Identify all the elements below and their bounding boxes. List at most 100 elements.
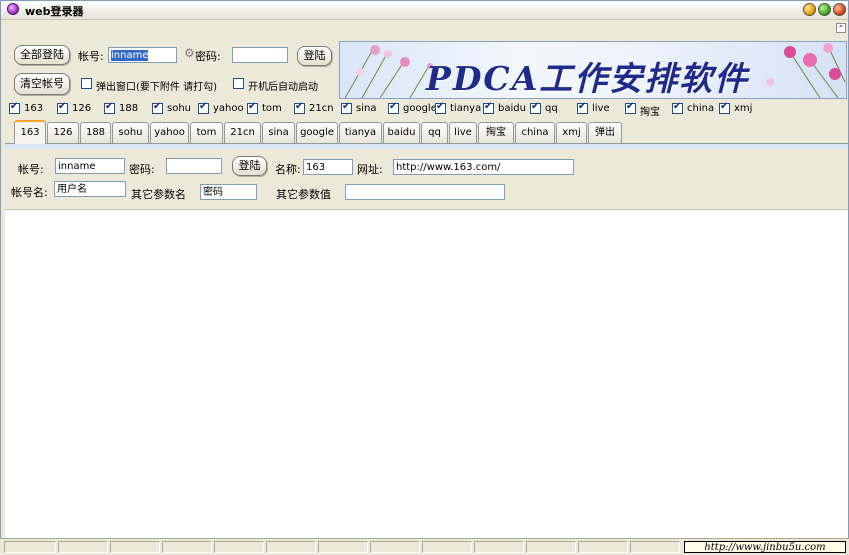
site-checkbox-label: tianya [450,103,482,114]
status-segment [318,541,368,553]
tab-sohu[interactable]: sohu [112,122,149,143]
site-checkbox[interactable] [577,101,588,114]
site-checkbox[interactable] [672,101,683,114]
status-segment [422,541,472,553]
status-segment [58,541,108,553]
site-checkbox[interactable] [341,101,352,114]
detail-name-input[interactable]: 163 [303,159,353,175]
maximize-button[interactable] [818,3,831,16]
tab-掏宝[interactable]: 掏宝 [478,122,514,143]
tab-live[interactable]: live [449,122,477,143]
site-checkbox[interactable] [294,101,305,114]
detail-name-label: 名称: [275,163,301,176]
tab-qq[interactable]: qq [421,122,448,143]
banner-image: PDCA工作安排软件 [339,41,847,99]
site-checkbox[interactable] [9,101,20,114]
site-checkbox-label: live [592,103,610,114]
site-checkbox-label: xmj [734,103,753,114]
popup-window-checkbox[interactable] [81,78,92,89]
site-checkbox-label: yahoo [213,103,244,114]
web-content-area[interactable] [5,209,848,538]
status-segment [630,541,680,553]
title-bar: web登录器 [1,1,848,20]
site-checkbox[interactable] [198,101,209,114]
site-checkbox-label: china [687,103,715,114]
banner-title: PDCA工作安排软件 [426,59,750,98]
status-segment [526,541,576,553]
site-checkbox[interactable] [57,101,68,114]
watermark-text: http://www.jinbu5u.com [684,541,846,553]
collapse-toggle-icon[interactable]: ⌃ [836,23,846,33]
tab-xmj[interactable]: xmj [556,122,587,143]
site-detail-form: 帐号: inname 密码: 登陆 名称: 163 网址: http://www… [5,149,848,209]
password-label: 密码: [195,50,221,63]
tab-188[interactable]: 188 [80,122,111,143]
status-segment [162,541,212,553]
autostart-checkbox[interactable] [233,78,244,89]
autostart-label: 开机后自动启动 [248,82,318,93]
account-input-value: inname [111,50,149,61]
site-checkbox-label: tom [262,103,282,114]
tab-126[interactable]: 126 [47,122,79,143]
app-icon [7,3,19,15]
tab-163[interactable]: 163 [14,120,46,144]
tab-tom[interactable]: tom [190,122,223,143]
site-checkbox-label: qq [545,103,558,114]
login-button[interactable]: 登陆 [297,46,332,66]
site-checkbox-label: 21cn [309,103,334,114]
detail-param-value-label: 其它参数值 [276,188,331,201]
status-segment [4,541,56,553]
app-window: web登录器 ⌃ 全部登陆 清空帐号 帐号: inname ⚙ 密码: 登陆 弹… [0,0,849,554]
site-checkbox[interactable] [483,101,494,114]
status-segment [474,541,524,553]
site-checkbox[interactable] [719,101,730,114]
status-segment [266,541,316,553]
detail-login-button[interactable]: 登陆 [232,156,267,176]
site-checkbox[interactable] [104,101,115,114]
site-checkbox-label: 掏宝 [640,107,660,118]
site-checkbox[interactable] [152,101,163,114]
clear-accounts-button[interactable]: 清空帐号 [14,73,70,95]
tab-sina[interactable]: sina [262,122,295,143]
site-checkbox-label: sina [356,103,377,114]
status-bar: http://www.jinbu5u.com [0,538,849,555]
tab-tianya[interactable]: tianya [339,122,382,143]
site-checkbox-label: 126 [72,103,92,114]
site-checkbox[interactable] [530,101,541,114]
status-segment [370,541,420,553]
tab-yahoo[interactable]: yahoo [150,122,189,143]
status-segment [110,541,160,553]
detail-param-value-input[interactable] [345,184,505,200]
site-checkbox[interactable] [625,101,636,114]
status-segment [578,541,628,553]
password-input[interactable] [232,47,288,63]
site-checkbox[interactable] [247,101,258,114]
site-checkbox-label: 188 [119,103,139,114]
site-checkbox-label: google [403,103,437,114]
site-checkbox-label: sohu [167,103,192,114]
tab-china[interactable]: china [515,122,555,143]
detail-password-input[interactable] [166,158,222,174]
detail-account-label: 帐号: [18,163,44,176]
site-checkbox[interactable] [435,101,446,114]
status-segment [214,541,264,553]
close-button[interactable] [833,3,846,16]
detail-account-input[interactable]: inname [55,158,125,174]
site-checkbox-label: 163 [24,103,44,114]
detail-url-input[interactable]: http://www.163.com/ [393,159,574,175]
detail-param-name-input[interactable]: 密码 [200,184,257,200]
detail-username-input[interactable]: 用户名 [54,181,126,197]
site-checkbox[interactable] [388,101,399,114]
detail-username-label: 帐号名: [11,186,48,199]
tab-google[interactable]: google [296,122,338,143]
tab-baidu[interactable]: baidu [383,122,420,143]
tab-21cn[interactable]: 21cn [224,122,261,143]
popup-window-label: 弹出窗口(要下附件 请打勾) [96,82,217,93]
key-icon: ⚙ [184,46,195,60]
minimize-button[interactable] [803,3,816,16]
site-checkbox-label: baidu [498,103,526,114]
detail-url-label: 网址: [357,163,383,176]
login-all-button[interactable]: 全部登陆 [14,45,70,65]
tab-弹出[interactable]: 弹出 [588,122,622,143]
account-input[interactable]: inname [108,47,177,63]
